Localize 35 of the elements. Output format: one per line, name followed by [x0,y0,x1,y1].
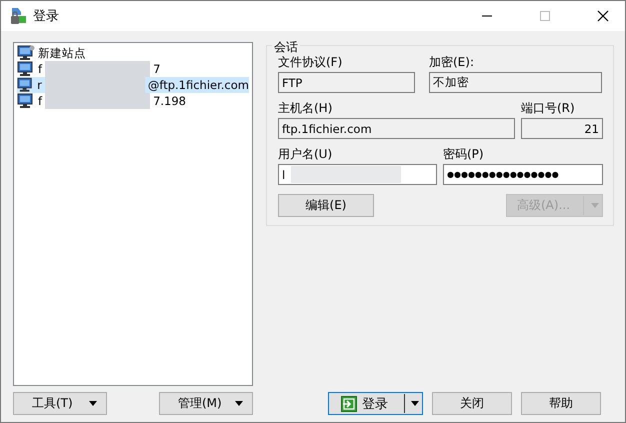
window-title: 登录 [33,8,59,25]
caret-icon [88,400,98,407]
input-field[interactable]: FTP [278,72,415,93]
dropdown-button[interactable]: 管理(M) [159,392,253,415]
login-icon [341,396,357,412]
input-field[interactable]: l [278,164,437,185]
field-label: 端口号(R) [521,100,576,117]
close-icon[interactable] [597,10,609,22]
dialog-button[interactable]: 帮助 [521,392,601,415]
input-field[interactable]: 21 [521,118,603,139]
field-label: 加密(E): [429,54,475,71]
field-label: 用户名(U) [278,146,334,163]
input-field[interactable]: 不加密 [429,72,602,93]
field-label: 文件协议(F) [278,54,344,71]
computer-icon [17,93,35,109]
computer-icon [17,77,34,93]
site-item[interactable]: f 7.198 [17,93,249,109]
input-field[interactable]: ftp.1fichier.com [278,118,515,139]
app-lock-icon [9,7,27,25]
site-item[interactable]: r @ftp.1fichier.com [17,77,249,93]
group-title: 会话 [272,39,300,56]
field-label: 主机名(H) [278,100,334,117]
dropdown-button[interactable]: 工具(T) [13,392,107,415]
caret-icon [234,400,244,407]
login-button[interactable]: 登录 [328,392,423,415]
field-label: 密码(P) [443,146,485,163]
caret-icon [410,400,420,407]
input-field[interactable]: ●●●●●●●●●●●●●●●● [443,164,603,185]
site-item[interactable]: f 7 [17,61,249,77]
computer-icon [17,61,35,77]
edit-button[interactable]: 编辑(E) [278,194,374,217]
dialog-button[interactable]: 关闭 [432,392,512,415]
new-site-icon [17,45,35,61]
site-item[interactable]: 新建站点 [17,45,249,61]
caret-icon [590,202,600,209]
